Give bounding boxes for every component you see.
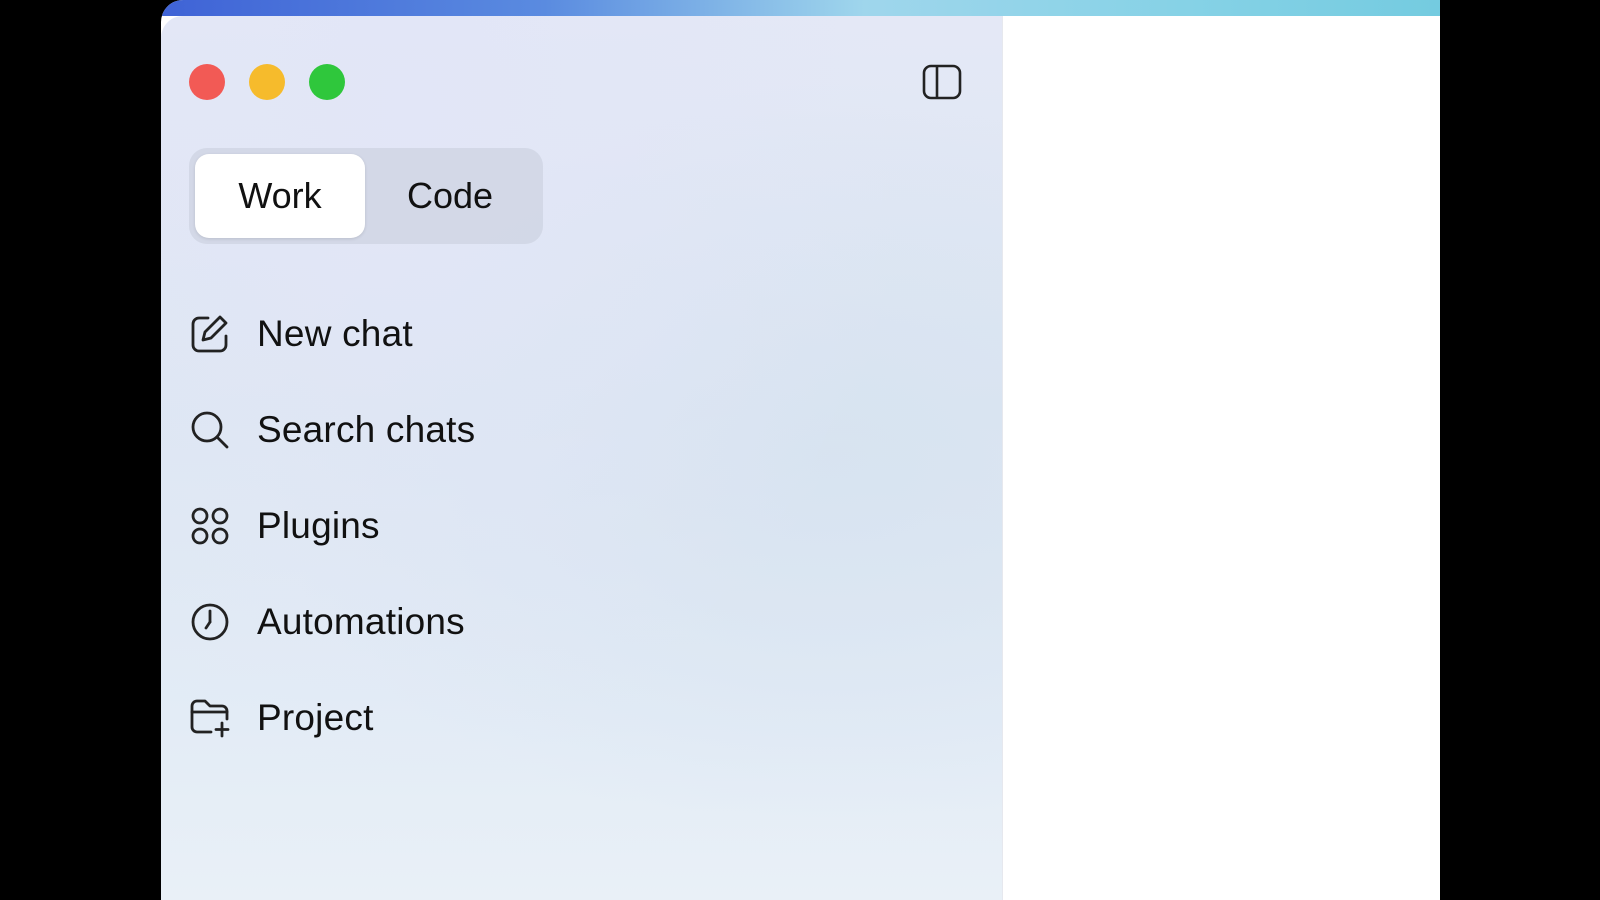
plugins-grid-icon <box>189 505 231 547</box>
nav-item-label: Search chats <box>257 409 476 450</box>
mode-switch: Work Code <box>189 148 543 244</box>
mode-option-work[interactable]: Work <box>195 154 365 238</box>
nav-item-label: Plugins <box>257 505 380 546</box>
nav-item-new-chat[interactable]: New chat <box>189 286 689 382</box>
nav-item-automations[interactable]: Automations <box>189 574 689 670</box>
folder-plus-icon <box>189 697 231 739</box>
nav-item-label: New chat <box>257 313 413 354</box>
compose-icon <box>189 313 231 355</box>
sidebar-toggle-button[interactable] <box>922 64 962 100</box>
search-icon <box>189 409 231 451</box>
close-window-button[interactable] <box>189 64 225 100</box>
maximize-window-button[interactable] <box>309 64 345 100</box>
minimize-window-button[interactable] <box>249 64 285 100</box>
sidebar: Work Code New chat Search chats Plugins … <box>161 16 1003 900</box>
window-top-gradient-band <box>161 0 1440 16</box>
window-controls <box>189 64 345 100</box>
nav-item-search-chats[interactable]: Search chats <box>189 382 689 478</box>
main-content-pane <box>1003 16 1440 900</box>
screen: Work Code New chat Search chats Plugins … <box>0 0 1600 900</box>
app-window: Work Code New chat Search chats Plugins … <box>161 0 1440 900</box>
mode-option-code[interactable]: Code <box>365 154 535 238</box>
nav-item-plugins[interactable]: Plugins <box>189 478 689 574</box>
clock-icon <box>189 601 231 643</box>
sidebar-toggle-icon <box>922 64 962 100</box>
mode-option-label: Work <box>238 175 322 216</box>
nav-item-project[interactable]: Project <box>189 670 689 766</box>
mode-option-label: Code <box>406 175 494 216</box>
nav-item-label: Project <box>257 697 374 738</box>
sidebar-nav: New chat Search chats Plugins Automation… <box>189 286 689 766</box>
nav-item-label: Automations <box>257 601 465 642</box>
